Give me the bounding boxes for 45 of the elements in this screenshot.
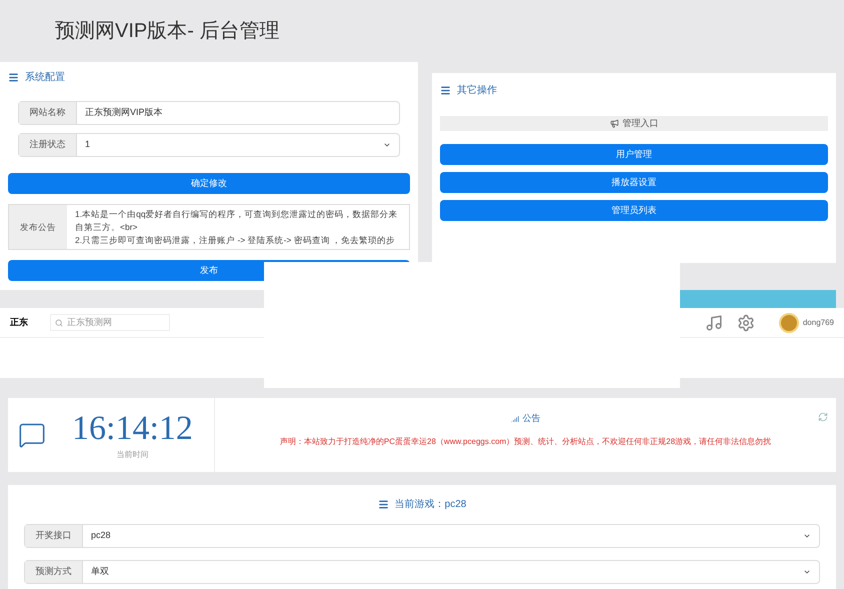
megaphone-icon (610, 119, 618, 128)
menu-icon (440, 85, 451, 96)
form-field[interactable]: 网站名称 正东预测网VIP版本 (18, 101, 400, 125)
dropdown-icon (803, 532, 811, 540)
dropdown-icon (383, 141, 391, 149)
field-label: 网站名称 (19, 102, 77, 124)
brand: 正东 (10, 316, 28, 329)
announcement-text: 声明：本站致力于打造纯净的PC蛋蛋幸运28（www.pceggs.com）预测、统计、分析站点，不欢迎任何非正规28游戏，请任何非法信息勿扰 (280, 436, 772, 448)
field-value: 正东预测网VIP版本 (84, 106, 164, 120)
field-value: 1 (84, 138, 92, 152)
notice-text: 1.本站是一个由qq爱好者自行编写的程序，可查询到您泄露过的密码，数据部分来自第三方。<br> 2.只需三步即可查询密码泄露，注册账户 -> 登陆系统-> 密码查询 ，免去繁琐的步 (75, 209, 398, 245)
admin-button[interactable]: 用户管理 (440, 144, 828, 165)
save-button[interactable]: 确定修改 (8, 173, 410, 194)
menu-icon (8, 72, 19, 83)
page-title: 预测网VIP版本- 后台管理 (55, 19, 280, 44)
admin-button[interactable]: 播放器设置 (440, 172, 828, 193)
form-field[interactable]: 注册状态 1 (18, 133, 400, 157)
chat-icon (18, 421, 46, 449)
refresh-icon[interactable] (818, 412, 828, 422)
section-label: 管理入口 (622, 116, 658, 130)
clock-caption: 当前时间 (116, 449, 148, 461)
panel-title: 当前游戏：pc28 (394, 498, 466, 512)
field-label: 预测方式 (25, 561, 83, 583)
search-icon (55, 318, 63, 326)
field-value: pc28 (90, 529, 112, 542)
clock-time: 16:14:12 (72, 409, 193, 449)
field-value: 单双 (90, 565, 110, 578)
username: dong769 (802, 316, 834, 328)
signal-icon (510, 414, 518, 423)
form-field[interactable]: 开奖接口 pc28 (24, 524, 820, 548)
menu-icon (378, 499, 389, 510)
field-label: 开奖接口 (25, 525, 83, 547)
form-field[interactable]: 预测方式 单双 (24, 560, 820, 584)
search-field[interactable]: 正东预测网 (50, 314, 170, 331)
music-icon[interactable] (704, 314, 723, 332)
panel-title: 其它操作 (457, 84, 497, 98)
field-label: 发布公告 (9, 205, 67, 249)
notice-field[interactable]: 发布公告 1.本站是一个由qq爱好者自行编写的程序，可查询到您泄露过的密码，数据部分来自第三方。<br> 2.只需三步即可查询密码泄露，注册账户 -> 登陆系统-> 密码查询 ，免去繁琐的步 (8, 204, 410, 250)
announcement-title: 公告 (522, 412, 540, 425)
admin-button[interactable]: 管理员列表 (440, 200, 828, 221)
settings-icon[interactable] (736, 314, 755, 332)
avatar[interactable] (778, 312, 799, 332)
dropdown-icon (803, 568, 811, 576)
panel-title: 系统配置 (25, 70, 65, 85)
field-label: 注册状态 (19, 134, 77, 156)
